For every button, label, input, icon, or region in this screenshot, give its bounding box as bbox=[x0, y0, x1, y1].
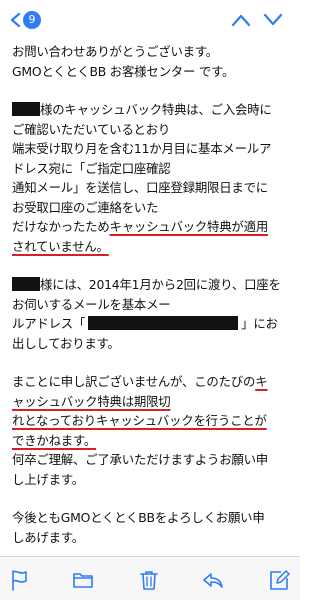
email-line: 出ししております。 bbox=[12, 335, 120, 351]
email-line: し上げます。 bbox=[12, 471, 84, 487]
redacted-name bbox=[12, 102, 40, 116]
email-line: 通知メール」を送信し、口座登録期限日までに bbox=[12, 180, 269, 195]
email-text: 」にお bbox=[241, 316, 278, 331]
email-line: お受取口座のご連絡をいた bbox=[12, 199, 159, 215]
mail-navigation-bar: 9 bbox=[0, 0, 300, 40]
email-line: 何卒ご理解、ご了承いただけますようお願い申 bbox=[12, 452, 269, 467]
email-line: GMOとくとくBB お客様センター です。 bbox=[12, 63, 235, 79]
highlighted-text: されていません。 bbox=[12, 238, 109, 254]
email-line: 様のキャッシュバック特典は、ご入会時に bbox=[12, 100, 294, 120]
email-line: ドレス宛に「ご指定口座確認 bbox=[12, 160, 171, 176]
redacted-name bbox=[12, 277, 40, 291]
email-line: れとなっておりキャッシュバックを行うことが bbox=[12, 411, 294, 431]
email-line: されていません。 bbox=[12, 237, 294, 257]
email-line: 様には、2014年1月から2回に渡り、口座を bbox=[12, 275, 294, 295]
email-line: だけなかったためキャッシュバック特典が適用 bbox=[12, 217, 294, 237]
email-line: ャッシュバック特典は期限切 bbox=[12, 392, 294, 412]
chevron-down-icon[interactable] bbox=[264, 13, 282, 27]
email-paragraph-apology: まことに申し訳ございませんが、このたびのキ ャッシュバック特典は期限切 れとなっ… bbox=[12, 372, 294, 489]
trash-icon[interactable] bbox=[138, 569, 160, 591]
highlighted-text: できかねます。 bbox=[12, 432, 97, 448]
email-body: お問い合わせありがとうございます。 GMOとくとくBB お客様センター です。 … bbox=[12, 42, 294, 566]
email-text: まことに申し訳ございませんが、このたびの bbox=[12, 374, 256, 389]
email-paragraph-greeting: お問い合わせありがとうございます。 GMOとくとくBB お客様センター です。 bbox=[12, 42, 294, 81]
email-text: 様のキャッシュバック特典は、ご入会時に bbox=[40, 102, 272, 117]
reply-icon[interactable] bbox=[202, 569, 224, 591]
mail-toolbar bbox=[0, 556, 300, 600]
email-text: だけなかったため bbox=[12, 219, 110, 234]
email-line: ご確認いただいているとおり bbox=[12, 121, 171, 137]
highlighted-text: キャッシュバック特典が適用 bbox=[109, 219, 269, 234]
redacted-email-address bbox=[88, 316, 239, 330]
email-text: 様には、2014年1月から2回に渡り、口座を bbox=[40, 277, 281, 292]
email-paragraph-closing: 今後ともGMOとくとくBBをよろしくお願い申 しあげます。 bbox=[12, 508, 294, 547]
flag-icon[interactable] bbox=[8, 569, 30, 591]
email-paragraph-cashback: 様のキャッシュバック特典は、ご入会時に ご確認いただいているとおり 端末受け取り… bbox=[12, 100, 294, 256]
email-paragraph-notice: 様には、2014年1月から2回に渡り、口座を お伺いするメールを基本メー ルアド… bbox=[12, 275, 294, 353]
email-text: ルアドレス「 bbox=[12, 316, 86, 331]
email-line: ルアドレス「 」にお bbox=[12, 314, 294, 334]
email-line: まことに申し訳ございませんが、このたびのキ bbox=[12, 372, 294, 392]
email-line: しあげます。 bbox=[12, 529, 84, 545]
email-line: お伺いするメールを基本メー bbox=[12, 296, 171, 312]
email-line: 今後ともGMOとくとくBBをよろしくお願い申 bbox=[12, 510, 265, 525]
email-line: できかねます。 bbox=[12, 431, 294, 451]
compose-icon[interactable] bbox=[268, 569, 290, 591]
highlighted-text: れとなっておりキャッシュバックを行うことが bbox=[12, 413, 267, 428]
chevron-left-icon[interactable] bbox=[9, 13, 23, 27]
highlighted-text: キ bbox=[255, 374, 268, 389]
unread-count-badge[interactable]: 9 bbox=[23, 11, 41, 29]
email-line: 端末受け取り月を含む11か月目に基本メールア bbox=[12, 141, 272, 156]
folder-icon[interactable] bbox=[72, 569, 94, 591]
chevron-up-icon[interactable] bbox=[232, 13, 250, 27]
email-line: お問い合わせありがとうございます。 bbox=[12, 44, 219, 59]
highlighted-text: ャッシュバック特典は期限切 bbox=[12, 393, 171, 409]
